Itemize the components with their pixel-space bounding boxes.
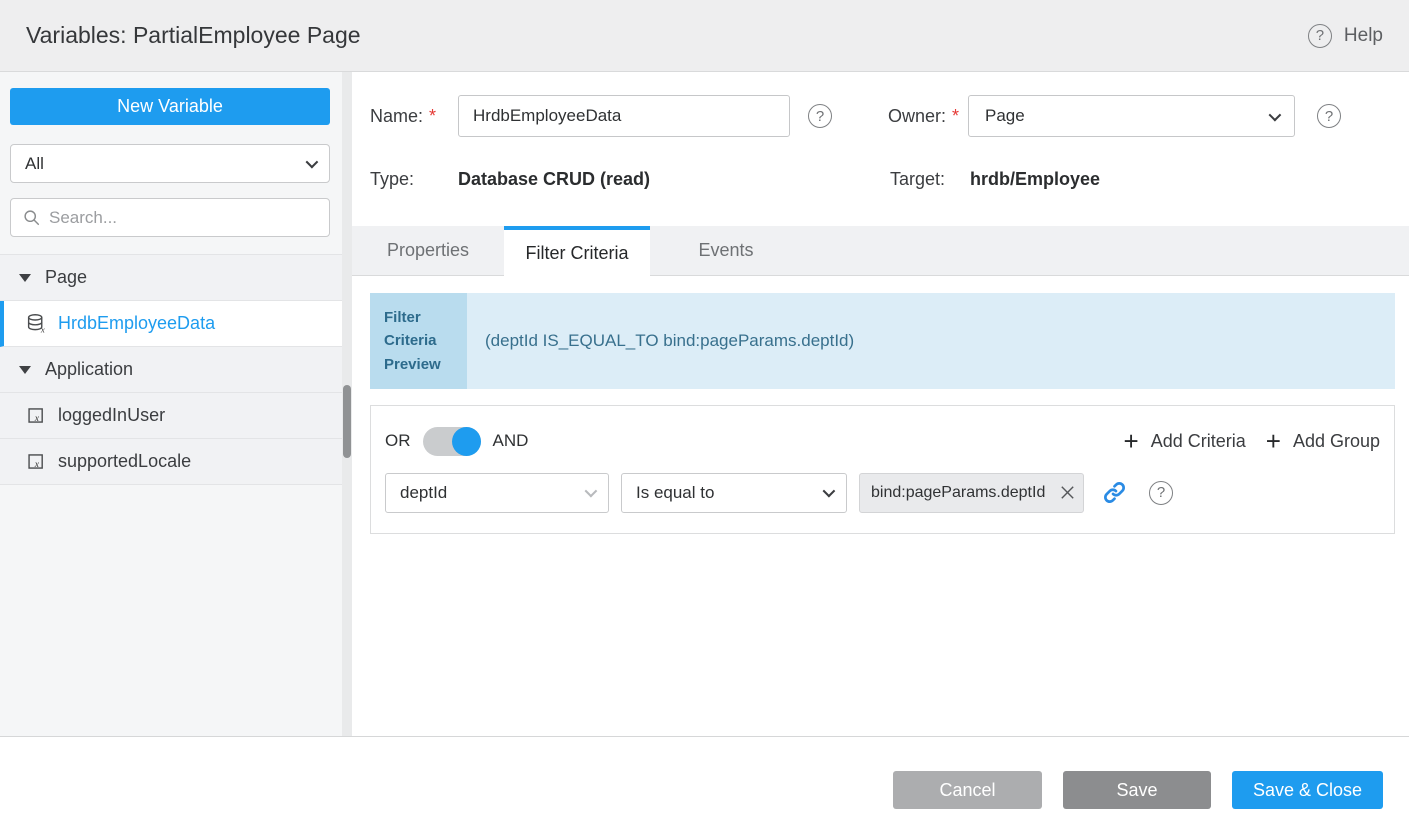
tab-events[interactable]: Events bbox=[650, 226, 802, 275]
name-owner-row: Name:* ? Owner:* Page ? bbox=[370, 95, 1395, 137]
variables-sidebar: New Variable All Page bbox=[0, 72, 352, 736]
sidebar-scrollbar[interactable] bbox=[342, 72, 352, 736]
detail-tab-bar: Properties Filter Criteria Events bbox=[352, 226, 1409, 276]
tree-item-supportedlocale[interactable]: x supportedLocale bbox=[0, 439, 352, 485]
owner-label: Owner:* bbox=[888, 106, 968, 127]
required-marker: * bbox=[429, 106, 436, 126]
name-label: Name:* bbox=[370, 106, 458, 127]
type-target-row: Type: Database CRUD (read) Target: hrdb/… bbox=[370, 168, 1395, 190]
tree-group-label: Application bbox=[45, 359, 133, 380]
toggle-or-label: OR bbox=[385, 431, 411, 451]
or-and-toggle[interactable] bbox=[423, 427, 481, 456]
target-label: Target: bbox=[890, 169, 970, 190]
tree-item-hrdbemployeedata[interactable]: x HrdbEmployeeData bbox=[0, 301, 352, 347]
type-value: Database CRUD (read) bbox=[458, 169, 890, 190]
variable-detail-panel: Name:* ? Owner:* Page ? Type: Database C… bbox=[352, 72, 1409, 736]
cancel-button[interactable]: Cancel bbox=[893, 771, 1042, 809]
add-criteria-label: Add Criteria bbox=[1151, 431, 1246, 452]
variable-type-filter-value: All bbox=[25, 154, 44, 174]
criteria-value-chip[interactable]: bind:pageParams.deptId bbox=[859, 473, 1084, 513]
svg-text:x: x bbox=[34, 459, 40, 470]
collapse-arrow-icon bbox=[19, 366, 31, 374]
help-icon: ? bbox=[1308, 24, 1332, 48]
search-input[interactable] bbox=[49, 208, 317, 228]
name-help-icon[interactable]: ? bbox=[808, 104, 832, 128]
plus-icon: + bbox=[1124, 428, 1139, 454]
type-label: Type: bbox=[370, 169, 458, 190]
variable-type-filter-select[interactable]: All bbox=[10, 144, 330, 183]
save-button[interactable]: Save bbox=[1063, 771, 1211, 809]
variable-tree: Page x HrdbEmployeeData Application x bbox=[0, 254, 352, 485]
chevron-down-icon bbox=[585, 485, 598, 498]
tree-item-label: supportedLocale bbox=[58, 451, 191, 472]
preview-expression: (deptId IS_EQUAL_TO bind:pageParams.dept… bbox=[467, 293, 1395, 389]
chevron-down-icon bbox=[306, 156, 319, 169]
criteria-row: deptId Is equal to bind:pageParams.deptI… bbox=[385, 473, 1380, 513]
tree-group-label: Page bbox=[45, 267, 87, 288]
help-label: Help bbox=[1344, 25, 1383, 47]
chevron-down-icon bbox=[1269, 108, 1282, 121]
tree-group-page[interactable]: Page bbox=[0, 255, 352, 301]
plus-icon: + bbox=[1266, 428, 1281, 454]
filter-criteria-preview: Filter Criteria Preview (deptId IS_EQUAL… bbox=[370, 293, 1395, 389]
preview-label: Filter Criteria Preview bbox=[370, 293, 467, 389]
criteria-operator-select[interactable]: Is equal to bbox=[621, 473, 847, 513]
tab-properties[interactable]: Properties bbox=[352, 226, 504, 275]
required-marker: * bbox=[952, 106, 959, 126]
new-variable-button[interactable]: New Variable bbox=[10, 88, 330, 125]
toggle-knob bbox=[452, 427, 481, 456]
scrollbar-thumb[interactable] bbox=[343, 385, 351, 458]
variable-name-input[interactable] bbox=[458, 95, 790, 137]
criteria-field-select[interactable]: deptId bbox=[385, 473, 609, 513]
help-button[interactable]: ? Help bbox=[1308, 24, 1383, 48]
criteria-group: OR AND + Add Criteria + Add Group bbox=[370, 405, 1395, 534]
filter-criteria-panel: Filter Criteria Preview (deptId IS_EQUAL… bbox=[352, 276, 1409, 736]
owner-select-value: Page bbox=[985, 106, 1025, 126]
dialog-footer: Cancel Save Save & Close bbox=[0, 737, 1409, 838]
add-criteria-button[interactable]: + Add Criteria bbox=[1124, 428, 1246, 454]
database-variable-icon: x bbox=[26, 313, 47, 334]
page-title: Variables: PartialEmployee Page bbox=[26, 22, 361, 49]
close-icon[interactable] bbox=[1058, 483, 1077, 502]
tree-item-label: loggedInUser bbox=[58, 405, 165, 426]
bind-link-icon[interactable] bbox=[1102, 480, 1127, 505]
add-group-button[interactable]: + Add Group bbox=[1266, 428, 1380, 454]
target-value: hrdb/Employee bbox=[970, 169, 1100, 190]
criteria-operator-value: Is equal to bbox=[636, 483, 714, 503]
tree-item-loggedinuser[interactable]: x loggedInUser bbox=[0, 393, 352, 439]
collapse-arrow-icon bbox=[19, 274, 31, 282]
chevron-down-icon bbox=[823, 485, 836, 498]
svg-text:x: x bbox=[34, 413, 40, 424]
dialog-header: Variables: PartialEmployee Page ? Help bbox=[0, 0, 1409, 72]
owner-help-icon[interactable]: ? bbox=[1317, 104, 1341, 128]
save-and-close-button[interactable]: Save & Close bbox=[1232, 771, 1383, 809]
variable-search[interactable] bbox=[10, 198, 330, 237]
tab-filter-criteria[interactable]: Filter Criteria bbox=[504, 226, 650, 277]
chip-label: bind:pageParams.deptId bbox=[871, 484, 1058, 502]
static-variable-icon: x bbox=[26, 405, 47, 426]
criteria-field-value: deptId bbox=[400, 483, 447, 503]
toggle-and-label: AND bbox=[493, 431, 529, 451]
tree-group-application[interactable]: Application bbox=[0, 347, 352, 393]
owner-select[interactable]: Page bbox=[968, 95, 1295, 137]
add-group-label: Add Group bbox=[1293, 431, 1380, 452]
static-variable-icon: x bbox=[26, 451, 47, 472]
tree-item-label: HrdbEmployeeData bbox=[58, 313, 215, 334]
search-icon bbox=[23, 209, 40, 226]
svg-text:x: x bbox=[40, 324, 45, 334]
criteria-help-icon[interactable]: ? bbox=[1149, 481, 1173, 505]
